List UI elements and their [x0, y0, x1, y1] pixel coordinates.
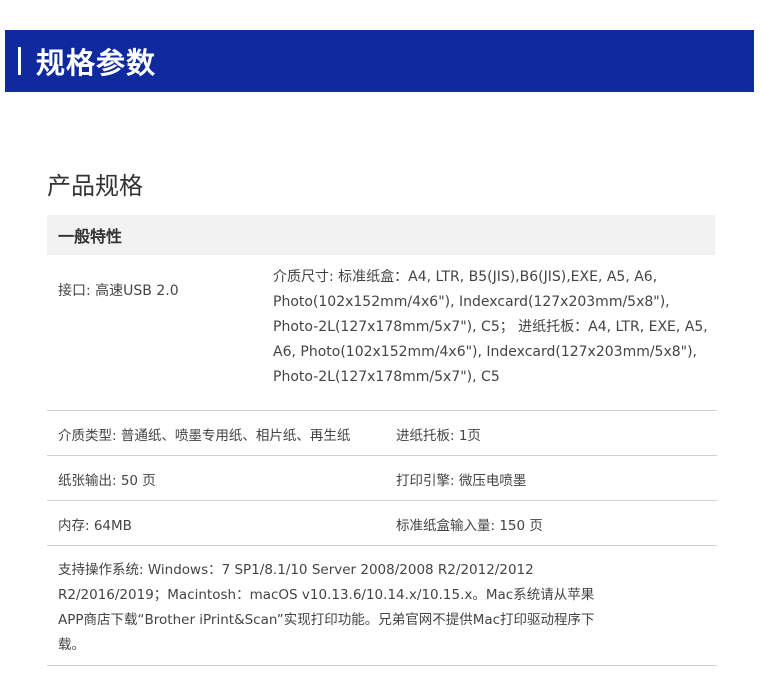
spec-media-type: 介质类型: 普通纸、喷墨专用纸、相片纸、再生纸	[58, 428, 351, 444]
section-title: 产品规格	[47, 172, 143, 200]
spec-memory: 内存: 64MB	[58, 518, 132, 534]
group-title: 一般特性	[58, 227, 123, 246]
spec-output: 纸张输出: 50 页	[58, 473, 156, 489]
spec-banner: 规格参数	[5, 30, 754, 92]
spec-row: 支持操作系统: Windows：7 SP1/8.1/10 Server 2008…	[47, 546, 717, 666]
banner-title: 规格参数	[36, 46, 157, 80]
spec-feed-tray: 进纸托板: 1页	[396, 428, 481, 444]
banner-accent-bar	[18, 47, 21, 75]
spec-row: 接口: 高速USB 2.0 介质尺寸: 标准纸盒：A4, LTR, B5(JIS…	[47, 255, 717, 411]
group-header: 一般特性	[47, 215, 715, 255]
spec-print-engine: 打印引擎: 微压电喷墨	[396, 473, 527, 489]
spec-row: 纸张输出: 50 页 打印引擎: 微压电喷墨	[47, 456, 717, 501]
spec-os-support: 支持操作系统: Windows：7 SP1/8.1/10 Server 2008…	[58, 562, 595, 653]
spec-row: 介质类型: 普通纸、喷墨专用纸、相片纸、再生纸 进纸托板: 1页	[47, 411, 717, 456]
spec-row: 内存: 64MB 标准纸盒输入量: 150 页	[47, 501, 717, 546]
spec-media-size: 介质尺寸: 标准纸盒：A4, LTR, B5(JIS),B6(JIS),EXE,…	[273, 269, 708, 385]
spec-std-tray-input: 标准纸盒输入量: 150 页	[396, 518, 543, 534]
spec-interface: 接口: 高速USB 2.0	[58, 283, 179, 299]
